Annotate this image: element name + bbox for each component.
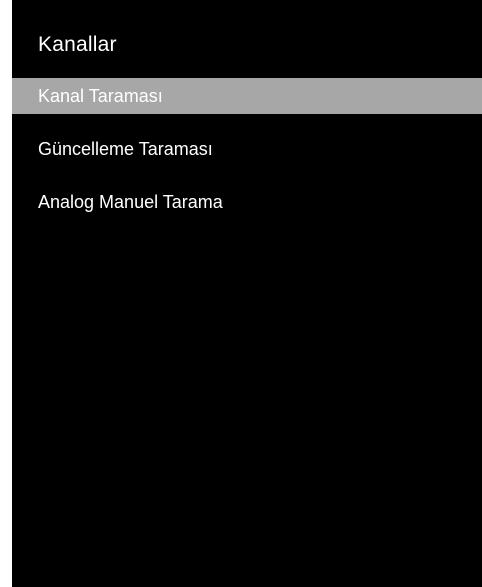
channels-menu-panel: Kanallar Kanal Taraması Güncelleme Taram…	[12, 0, 482, 587]
menu-item-kanal-taramasi[interactable]: Kanal Taraması	[12, 78, 482, 114]
menu-item-analog-manuel-tarama[interactable]: Analog Manuel Tarama	[12, 184, 482, 220]
menu-title: Kanallar	[38, 33, 117, 56]
channels-menu-list: Kanal Taraması Güncelleme Taraması Analo…	[12, 78, 482, 220]
menu-item-guncelleme-taramasi[interactable]: Güncelleme Taraması	[12, 131, 482, 167]
